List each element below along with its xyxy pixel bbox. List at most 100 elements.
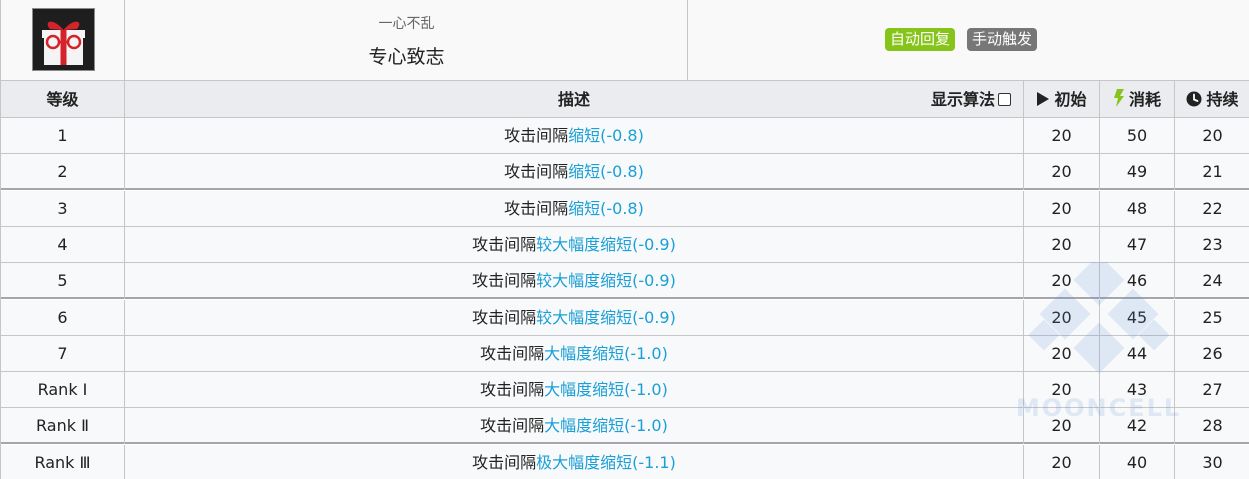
duration-cell: 22 (1202, 199, 1223, 218)
clock-icon (1186, 83, 1202, 120)
description-highlight: 较大幅度缩短(-0.9) (536, 271, 676, 290)
skill-header: 一心不乱 专心致志 自动回复 手动触发 (1, 0, 1249, 81)
level-cell: 5 (1, 263, 125, 299)
skill-table: 一心不乱 专心致志 自动回复 手动触发 等级 描述 显示算法 初始 消耗 持续 … (0, 0, 1249, 479)
table-row: 1 攻击间隔缩短(-0.8) 20 50 20 (1, 118, 1249, 154)
initial-cell: 20 (1024, 372, 1100, 408)
description-cell: 攻击间隔大幅度缩短(-1.0) (125, 336, 1024, 372)
description-prefix: 攻击间隔 (472, 235, 537, 254)
duration-cell: 20 (1202, 126, 1223, 145)
column-header-duration-label: 持续 (1206, 90, 1239, 109)
lightning-icon (1113, 83, 1125, 120)
cost-cell: 49 (1100, 154, 1175, 190)
cost-cell: 42 (1100, 408, 1175, 444)
description-cell: 攻击间隔较大幅度缩短(-0.9) (125, 263, 1024, 299)
cost-cell: 43 (1100, 372, 1175, 408)
column-header-cost: 消耗 (1100, 81, 1175, 118)
level-cell: Rank Ⅱ (1, 408, 125, 444)
level-cell: Rank Ⅰ (1, 372, 125, 408)
description-highlight: 缩短(-0.8) (568, 126, 644, 145)
skill-icon-cell (1, 0, 125, 81)
description-highlight: 缩短(-0.8) (568, 162, 644, 181)
description-prefix: 攻击间隔 (504, 199, 569, 218)
description-prefix: 攻击间隔 (472, 453, 537, 472)
table-row: 6 攻击间隔较大幅度缩短(-0.9) 20 45 25 (1, 300, 1249, 336)
duration-cell: 25 (1202, 308, 1223, 327)
description-highlight: 大幅度缩短(-1.0) (544, 380, 668, 399)
initial-cell: 20 (1024, 154, 1100, 190)
play-icon (1036, 83, 1050, 120)
column-header-initial: 初始 (1024, 81, 1100, 118)
description-prefix: 攻击间隔 (480, 344, 545, 363)
duration-cell: 27 (1202, 380, 1223, 399)
duration-cell: 21 (1202, 162, 1223, 181)
table-row: 2 攻击间隔缩短(-0.8) 20 49 21 (1, 154, 1249, 190)
column-header-description: 描述 显示算法 (125, 81, 1024, 118)
description-cell: 攻击间隔缩短(-0.8) (125, 154, 1024, 190)
description-cell: 攻击间隔缩短(-0.8) (125, 191, 1024, 227)
duration-cell: 23 (1202, 235, 1223, 254)
initial-cell: 20 (1024, 118, 1100, 154)
column-header-level: 等级 (1, 81, 125, 118)
skill-subname: 一心不乱 (378, 16, 435, 32)
cost-cell: 47 (1100, 227, 1175, 263)
table-row: 7 攻击间隔大幅度缩短(-1.0) 20 44 26 (1, 336, 1249, 372)
show-algorithm-toggle[interactable]: 显示算法 (931, 81, 1011, 118)
initial-cell: 20 (1024, 445, 1100, 479)
initial-cell: 20 (1024, 263, 1100, 299)
cost-cell: 50 (1100, 118, 1175, 154)
level-cell: 7 (1, 336, 125, 372)
duration-cell: 24 (1202, 271, 1223, 290)
description-highlight: 大幅度缩短(-1.0) (544, 416, 668, 435)
column-header-description-label: 描述 (557, 90, 590, 109)
skill-name: 专心致志 (368, 46, 445, 68)
table-row: Rank Ⅱ 攻击间隔大幅度缩短(-1.0) 20 42 28 (1, 408, 1249, 444)
description-cell: 攻击间隔大幅度缩短(-1.0) (125, 372, 1024, 408)
table-row: 4 攻击间隔较大幅度缩短(-0.9) 20 47 23 (1, 227, 1249, 263)
column-header-duration: 持续 (1175, 81, 1249, 118)
skill-name-cell: 一心不乱 专心致志 (126, 0, 688, 81)
duration-cell: 26 (1202, 344, 1223, 363)
description-prefix: 攻击间隔 (480, 416, 545, 435)
description-prefix: 攻击间隔 (480, 380, 545, 399)
level-cell: 1 (1, 118, 125, 154)
cost-cell: 46 (1100, 263, 1175, 299)
description-cell: 攻击间隔缩短(-0.8) (125, 118, 1024, 154)
cost-cell: 44 (1100, 336, 1175, 372)
description-highlight: 大幅度缩短(-1.0) (544, 344, 668, 363)
initial-cell: 20 (1024, 300, 1100, 336)
skill-tags: 自动回复 手动触发 (885, 28, 1038, 51)
tag-auto-recovery: 自动回复 (885, 28, 956, 51)
description-prefix: 攻击间隔 (504, 126, 569, 145)
description-highlight: 缩短(-0.8) (568, 199, 644, 218)
description-prefix: 攻击间隔 (472, 271, 537, 290)
description-highlight: 极大幅度缩短(-1.1) (536, 453, 676, 472)
tag-manual-trigger: 手动触发 (967, 28, 1038, 51)
column-header-cost-label: 消耗 (1128, 90, 1161, 109)
level-cell: 2 (1, 154, 125, 190)
gift-glasses-icon (32, 8, 95, 71)
description-cell: 攻击间隔较大幅度缩短(-0.9) (125, 300, 1024, 336)
column-header-initial-label: 初始 (1054, 90, 1087, 109)
table-row: 5 攻击间隔较大幅度缩短(-0.9) 20 46 24 (1, 263, 1249, 299)
level-cell: 6 (1, 300, 125, 336)
description-cell: 攻击间隔较大幅度缩短(-0.9) (125, 227, 1024, 263)
description-highlight: 较大幅度缩短(-0.9) (536, 235, 676, 254)
level-cell: Rank Ⅲ (1, 445, 125, 479)
level-cell: 3 (1, 191, 125, 227)
column-header-row: 等级 描述 显示算法 初始 消耗 持续 (1, 81, 1249, 118)
cost-cell: 45 (1100, 300, 1175, 336)
table-row: Rank Ⅲ 攻击间隔极大幅度缩短(-1.1) 20 40 30 (1, 445, 1249, 479)
initial-cell: 20 (1024, 408, 1100, 444)
cost-cell: 40 (1100, 445, 1175, 479)
table-row: 3 攻击间隔缩短(-0.8) 20 48 22 (1, 191, 1249, 227)
show-algorithm-checkbox[interactable] (998, 93, 1011, 106)
initial-cell: 20 (1024, 191, 1100, 227)
level-cell: 4 (1, 227, 125, 263)
description-prefix: 攻击间隔 (472, 308, 537, 327)
duration-cell: 28 (1202, 416, 1223, 435)
cost-cell: 48 (1100, 191, 1175, 227)
table-row: Rank Ⅰ 攻击间隔大幅度缩短(-1.0) 20 43 27 (1, 372, 1249, 408)
description-cell: 攻击间隔极大幅度缩短(-1.1) (125, 445, 1024, 479)
description-cell: 攻击间隔大幅度缩短(-1.0) (125, 408, 1024, 444)
